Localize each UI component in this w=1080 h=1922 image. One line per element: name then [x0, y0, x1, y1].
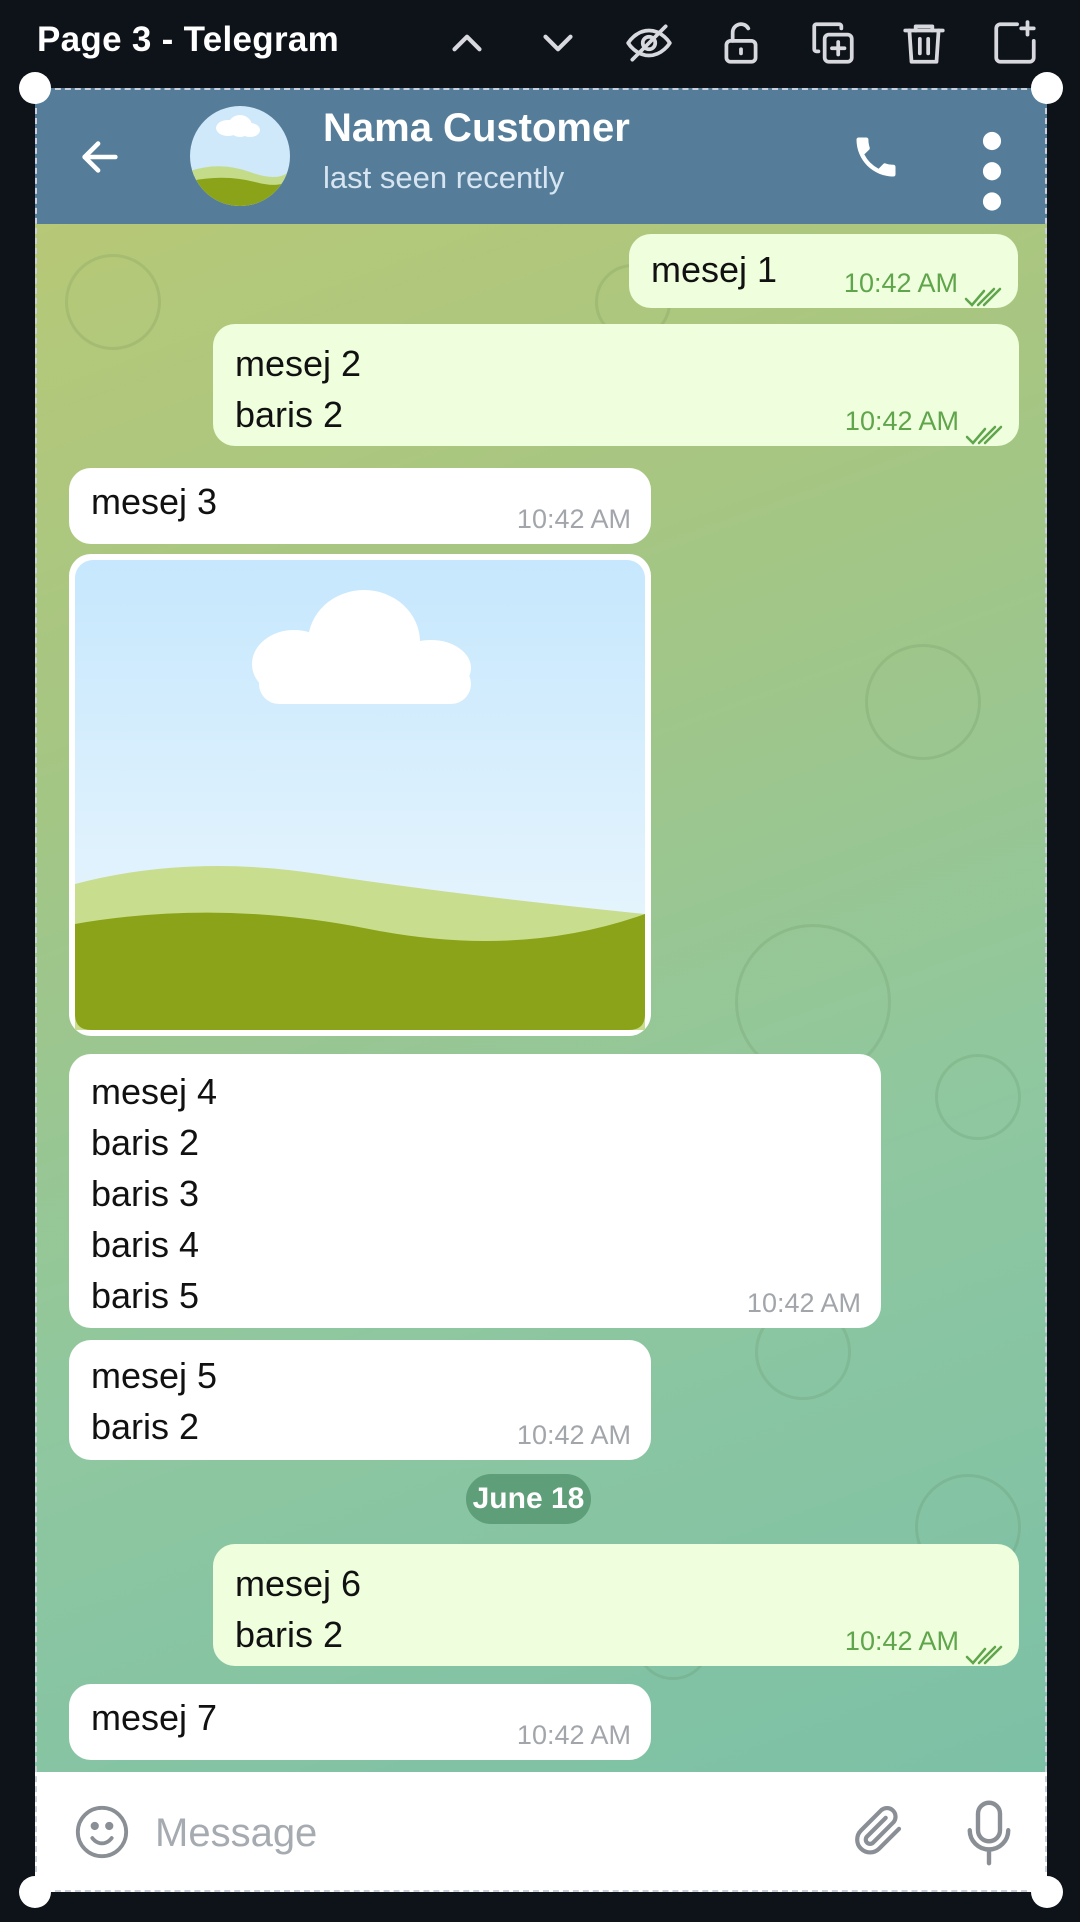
chat-area[interactable]: mesej 1 10:42 AM mesej 2 baris 2 10:42 A… [35, 224, 1047, 1772]
duplicate-icon[interactable] [808, 18, 858, 68]
eye-off-icon[interactable] [624, 18, 674, 68]
message-bubble-outgoing[interactable]: mesej 2 baris 2 10:42 AM [213, 324, 1019, 446]
double-check-icon [965, 410, 1003, 445]
message-bubble-incoming[interactable]: mesej 7 10:42 AM [69, 1684, 651, 1760]
message-bubble-outgoing[interactable]: mesej 6 baris 2 10:42 AM [213, 1544, 1019, 1666]
contact-name[interactable]: Nama Customer [323, 106, 630, 151]
message-time: 10:42 AM [844, 406, 959, 436]
resize-handle[interactable] [1031, 1876, 1063, 1908]
emoji-icon[interactable] [73, 1803, 131, 1861]
message-bubble-incoming[interactable]: mesej 4 baris 2 baris 3 baris 4 baris 5 … [69, 1054, 881, 1328]
message-time: 10:42 AM [746, 1288, 861, 1318]
message-input[interactable] [153, 1800, 837, 1866]
date-separator: June 18 [466, 1474, 591, 1524]
chevron-down-icon[interactable] [533, 18, 583, 68]
add-page-icon[interactable] [990, 18, 1040, 68]
avatar[interactable] [190, 106, 290, 206]
message-bubble-incoming[interactable]: mesej 5 baris 2 10:42 AM [69, 1340, 651, 1460]
resize-handle[interactable] [19, 1876, 51, 1908]
message-time: 10:42 AM [843, 268, 958, 298]
message-time: 10:42 AM [844, 1626, 959, 1656]
chat-header: Nama Customer last seen recently [35, 88, 1047, 224]
page-title: Page 3 - Telegram [37, 20, 340, 59]
phone-icon[interactable] [850, 131, 902, 183]
contact-status: last seen recently [323, 160, 565, 195]
double-check-icon [964, 272, 1002, 307]
attachment-icon[interactable] [850, 1802, 906, 1862]
message-bubble-outgoing[interactable]: mesej 1 10:42 AM [629, 234, 1018, 308]
photo-message[interactable] [69, 554, 651, 1036]
resize-handle[interactable] [1031, 72, 1063, 104]
resize-handle[interactable] [19, 72, 51, 104]
editor-toolbar: Page 3 - Telegram [0, 0, 1080, 86]
trash-icon[interactable] [899, 18, 949, 68]
double-check-icon [965, 1630, 1003, 1665]
back-arrow-icon[interactable] [77, 134, 123, 180]
message-time: 10:42 AM [516, 504, 631, 534]
microphone-icon[interactable] [967, 1800, 1011, 1866]
more-vertical-icon[interactable] [981, 130, 1003, 211]
message-text: mesej 4 baris 2 baris 3 baris 4 baris 5 [91, 1071, 218, 1316]
message-bubble-incoming[interactable]: mesej 3 10:42 AM [69, 468, 651, 544]
message-composer [35, 1772, 1047, 1892]
unlock-icon[interactable] [716, 18, 766, 68]
message-time: 10:42 AM [516, 1420, 631, 1450]
message-time: 10:42 AM [516, 1720, 631, 1750]
telegram-chat-screen: Nama Customer last seen recently mesej 1… [35, 88, 1047, 1892]
chevron-up-icon[interactable] [442, 18, 492, 68]
landscape-image [75, 560, 645, 1030]
